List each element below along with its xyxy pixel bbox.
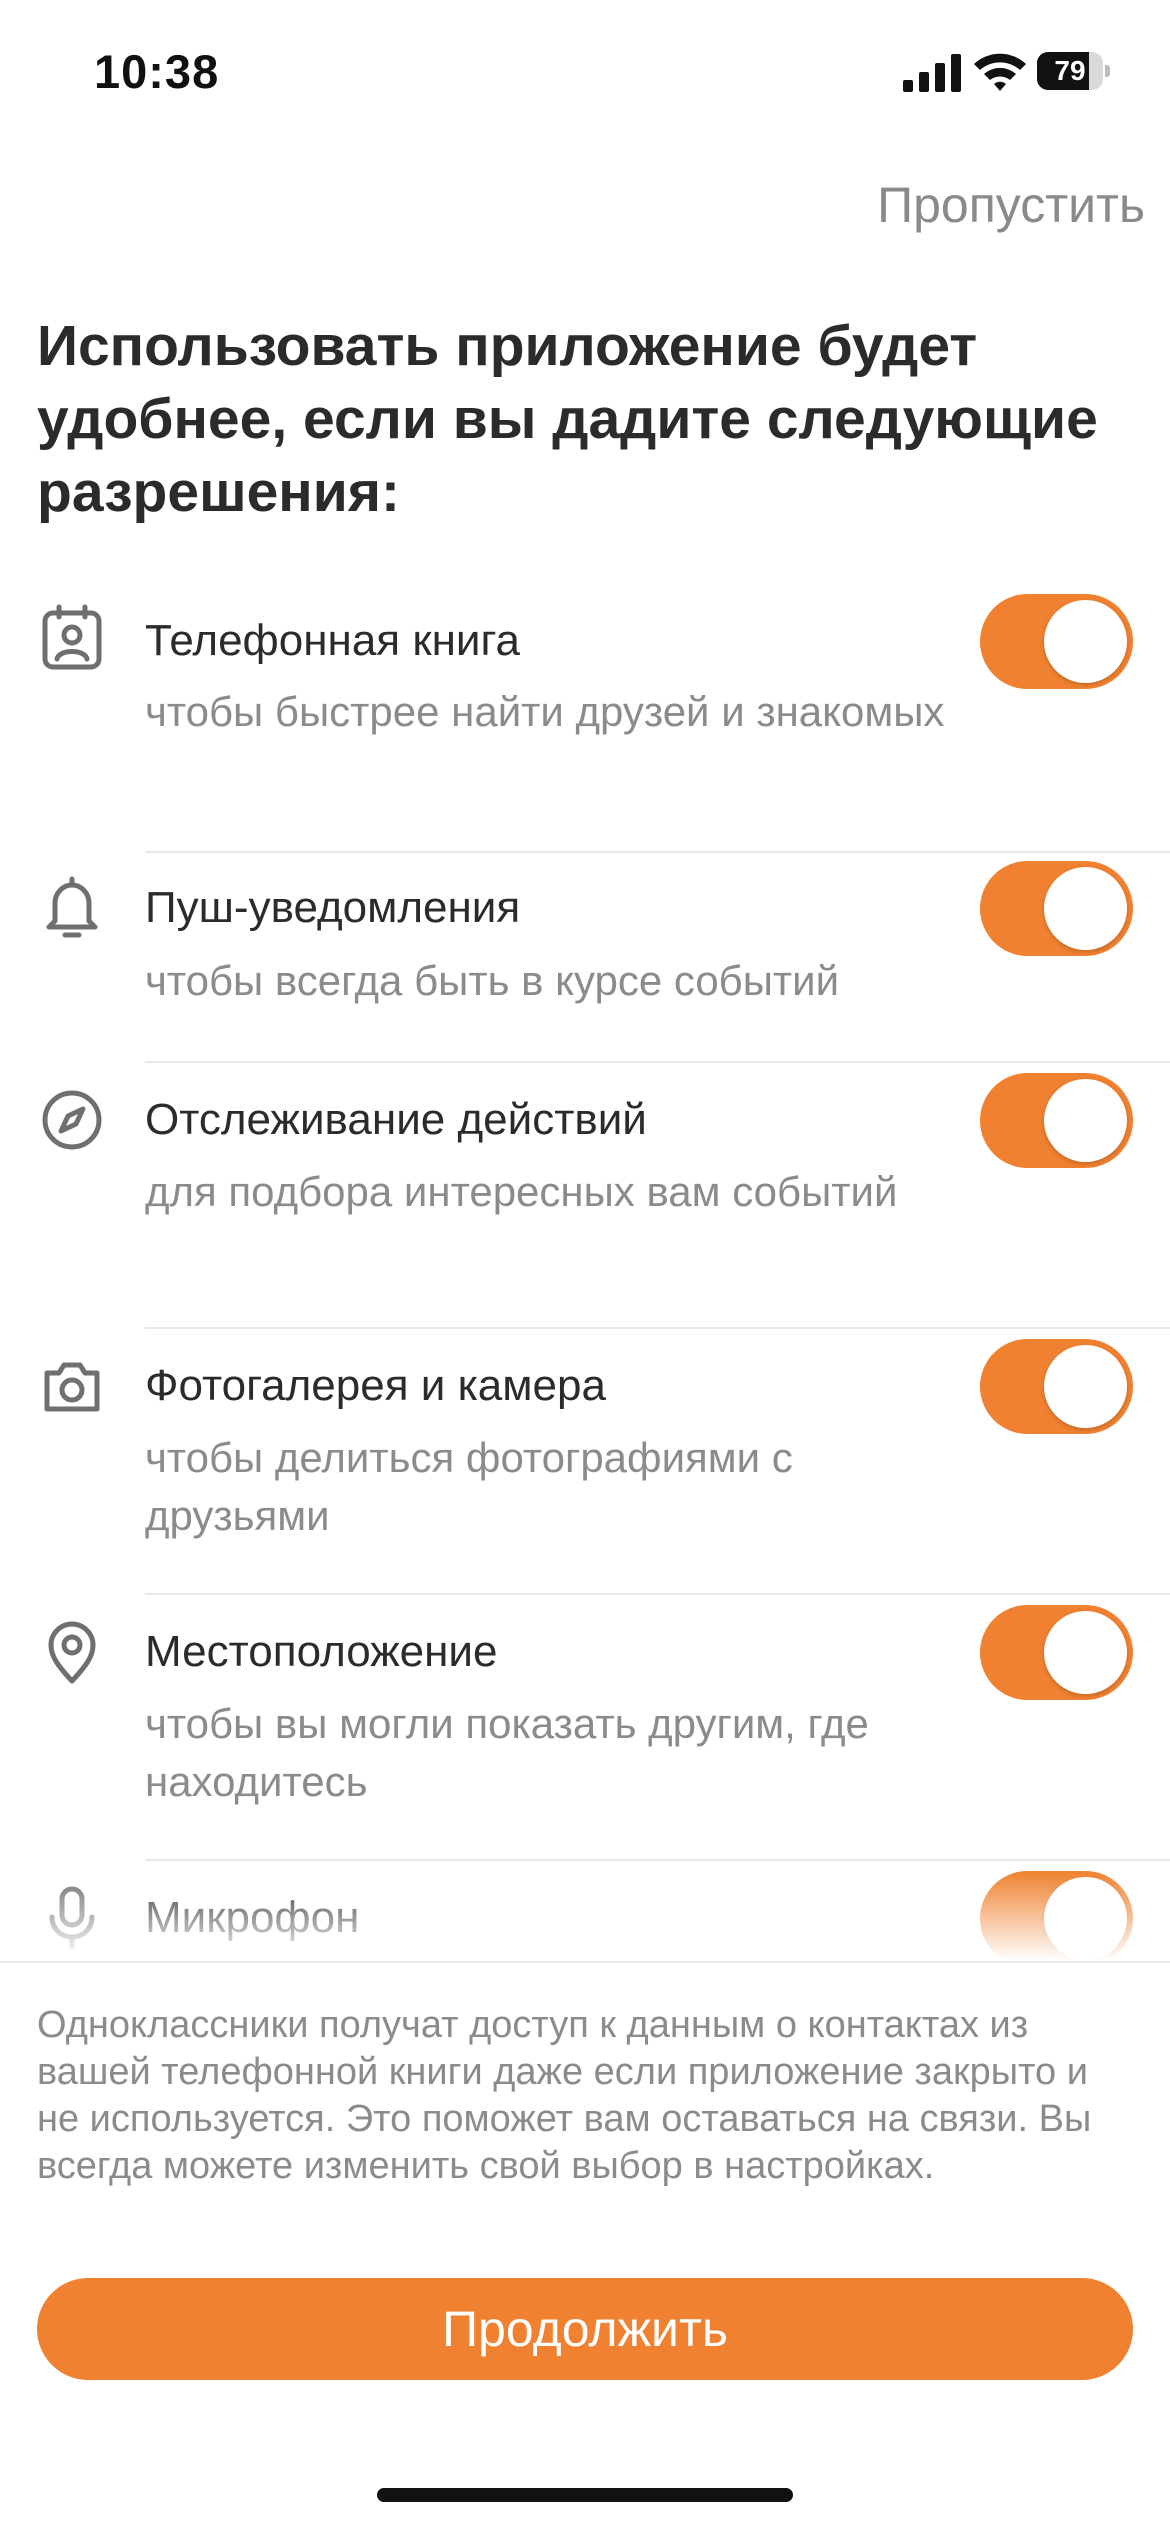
permission-title: Местоположение bbox=[145, 1627, 498, 1676]
permission-row-tracking: Отслеживание действий для подбора интере… bbox=[0, 1063, 1170, 1329]
location-pin-icon bbox=[37, 1617, 107, 1687]
permission-title: Отслеживание действий bbox=[145, 1095, 647, 1144]
toggle-microphone[interactable] bbox=[980, 1871, 1133, 1961]
bottom-divider bbox=[0, 1961, 1170, 1963]
toggle-knob bbox=[1044, 1877, 1127, 1960]
permissions-list[interactable]: Телефонная книга чтобы быстрее найти дру… bbox=[0, 583, 1170, 1961]
signal-icon bbox=[903, 54, 961, 92]
toggle-notifications[interactable] bbox=[980, 861, 1133, 956]
wifi-icon bbox=[974, 53, 1026, 91]
toggle-contacts[interactable] bbox=[980, 594, 1133, 689]
toggle-tracking[interactable] bbox=[980, 1073, 1133, 1168]
toggle-knob bbox=[1044, 1345, 1127, 1428]
toggle-location[interactable] bbox=[980, 1605, 1133, 1700]
battery-body: 79 bbox=[1037, 52, 1103, 90]
permission-row-notifications: Пуш-уведомления чтобы всегда быть в курс… bbox=[0, 853, 1170, 1063]
home-indicator[interactable] bbox=[377, 2488, 793, 2502]
toggle-knob bbox=[1044, 1611, 1127, 1694]
permission-title: Фотогалерея и камера bbox=[145, 1361, 606, 1410]
battery-icon: 79 bbox=[1037, 52, 1111, 90]
permission-description: чтобы всегда быть в курсе событий bbox=[145, 957, 840, 1004]
toggle-knob bbox=[1044, 1079, 1127, 1162]
continue-button[interactable]: Продолжить bbox=[37, 2278, 1133, 2380]
permission-row-camera: Фотогалерея и камера чтобы делиться фото… bbox=[0, 1329, 1170, 1595]
battery-cap bbox=[1105, 65, 1110, 77]
permission-row-contacts: Телефонная книга чтобы быстрее найти дру… bbox=[0, 583, 1170, 853]
camera-icon bbox=[37, 1351, 107, 1421]
microphone-icon bbox=[37, 1883, 107, 1953]
compass-icon bbox=[37, 1085, 107, 1155]
permission-row-microphone: Микрофон bbox=[0, 1861, 1170, 1961]
permission-title: Микрофон bbox=[145, 1893, 360, 1942]
status-bar: 10:38 79 bbox=[0, 0, 1170, 140]
footnote-text: Одноклассники получат доступ к данным о … bbox=[37, 2004, 1092, 2187]
toggle-knob bbox=[1044, 867, 1127, 950]
toggle-knob bbox=[1044, 600, 1127, 683]
permission-description: чтобы вы могли показать другим, где нахо… bbox=[145, 1700, 869, 1805]
skip-button[interactable]: Пропустить bbox=[877, 176, 1145, 234]
permission-description: чтобы быстрее найти друзей и знакомых bbox=[145, 688, 945, 735]
bell-icon bbox=[37, 873, 107, 943]
permission-title: Пуш-уведомления bbox=[145, 883, 521, 932]
permission-row-location: Местоположение чтобы вы могли показать д… bbox=[0, 1595, 1170, 1861]
page-title: Использовать приложение будет удобнее, е… bbox=[37, 314, 1098, 524]
status-time: 10:38 bbox=[94, 45, 220, 98]
toggle-camera[interactable] bbox=[980, 1339, 1133, 1434]
permission-title: Телефонная книга bbox=[145, 616, 521, 665]
contacts-icon bbox=[37, 603, 107, 673]
permission-description: для подбора интересных вам событий bbox=[145, 1168, 898, 1215]
permission-description: чтобы делиться фотографиями с друзьями bbox=[145, 1434, 793, 1539]
permissions-screen: 10:38 79 Пропустить Использовать приложе… bbox=[0, 0, 1170, 2532]
battery-level: 79 bbox=[1054, 55, 1086, 86]
